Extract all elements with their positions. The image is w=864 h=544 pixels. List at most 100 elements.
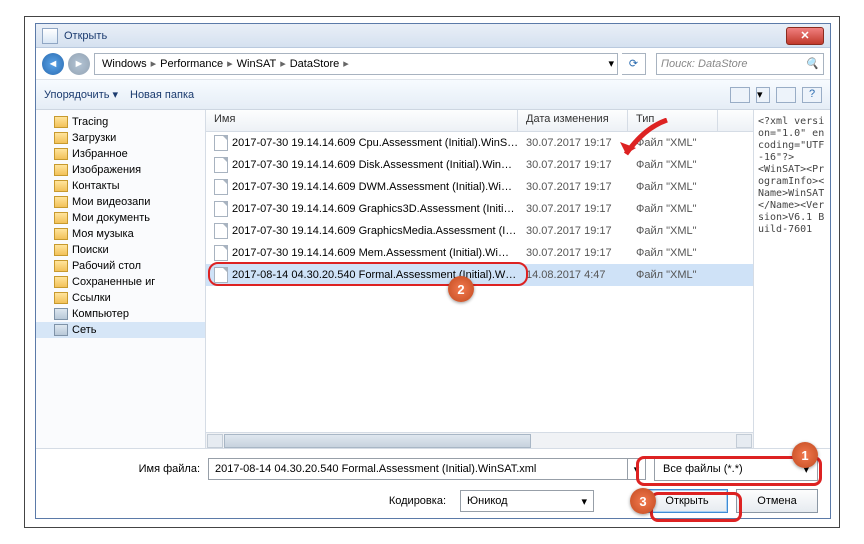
column-date[interactable]: Дата изменения	[518, 110, 628, 131]
chevron-down-icon: ▾	[757, 89, 763, 101]
refresh-icon: ⟳	[629, 57, 638, 70]
folder-tree[interactable]: Tracing Загрузки Избранное Изображения Конта…	[36, 110, 206, 448]
file-type: Файл "XML"	[628, 225, 718, 237]
file-date: 30.07.2017 19:17	[518, 225, 628, 237]
close-icon: ✕	[800, 29, 809, 42]
tree-item-label: Мои документь	[72, 212, 150, 224]
refresh-button[interactable]: ⟳	[622, 53, 646, 75]
tree-item[interactable]: Сеть	[36, 322, 205, 338]
file-icon	[214, 157, 228, 173]
tree-item-label: Сохраненные иг	[72, 276, 155, 288]
file-row[interactable]: 2017-07-30 19.14.14.609 DWM.Assessment (…	[206, 176, 753, 198]
filename-input[interactable]: 2017-08-14 04.30.20.540 Formal.Assessmen…	[208, 458, 628, 480]
tree-item[interactable]: Моя музыка	[36, 226, 205, 242]
encoding-select[interactable]: Юникод ▾	[460, 490, 594, 512]
folder-icon	[54, 196, 68, 208]
file-row[interactable]: 2017-07-30 19.14.14.609 GraphicsMedia.As…	[206, 220, 753, 242]
file-icon	[214, 135, 228, 151]
encoding-label: Кодировка:	[389, 495, 446, 507]
tree-item[interactable]: Мои документь	[36, 210, 205, 226]
view-dropdown-button[interactable]: ▾	[756, 87, 770, 103]
column-type[interactable]: Тип	[628, 110, 718, 131]
bottom-panel: Имя файла: 2017-08-14 04.30.20.540 Forma…	[36, 448, 830, 523]
column-name[interactable]: Имя	[206, 110, 518, 131]
organize-label: Упорядочить	[44, 89, 109, 101]
file-type: Файл "XML"	[628, 181, 718, 193]
tree-item-label: Загрузки	[72, 132, 116, 144]
scroll-right-button[interactable]	[736, 434, 752, 448]
file-name: 2017-07-30 19.14.14.609 Disk.Assessment …	[232, 159, 512, 171]
tree-item[interactable]: Изображения	[36, 162, 205, 178]
new-folder-button[interactable]: Новая папка	[130, 89, 194, 101]
file-row[interactable]: 2017-07-30 19.14.14.609 Disk.Assessment …	[206, 154, 753, 176]
file-row[interactable]: 2017-08-14 04.30.20.540 Formal.Assessmen…	[206, 264, 753, 286]
filename-dropdown[interactable]: ▾	[628, 458, 646, 480]
cancel-button[interactable]: Отмена	[736, 489, 818, 513]
search-input[interactable]: Поиск: DataStore 🔍	[656, 53, 824, 75]
tree-item[interactable]: Загрузки	[36, 130, 205, 146]
file-row[interactable]: 2017-07-30 19.14.14.609 Graphics3D.Asses…	[206, 198, 753, 220]
tree-item-label: Ссылки	[72, 292, 111, 304]
tree-item[interactable]: Tracing	[36, 114, 205, 130]
folder-icon	[54, 148, 68, 160]
breadcrumb-seg[interactable]: DataStore	[286, 54, 344, 74]
tree-item[interactable]: Избранное	[36, 146, 205, 162]
address-bar[interactable]: Windows▸ Performance▸ WinSAT▸ DataStore▸…	[94, 53, 618, 75]
tree-item[interactable]: Рабочий стол	[36, 258, 205, 274]
folder-icon	[54, 228, 68, 240]
tree-item[interactable]: Ссылки	[36, 290, 205, 306]
chevron-down-icon: ▾	[112, 88, 118, 101]
tree-item[interactable]: Компьютер	[36, 306, 205, 322]
file-list: Имя Дата изменения Тип 2017-07-30 19.14.…	[206, 110, 754, 448]
file-type: Файл "XML"	[628, 159, 718, 171]
view-options-button[interactable]	[730, 87, 750, 103]
breadcrumb-seg[interactable]: Windows	[98, 54, 151, 74]
encoding-value: Юникод	[467, 495, 508, 507]
tree-item[interactable]: Мои видеозапи	[36, 194, 205, 210]
horizontal-scrollbar[interactable]	[206, 432, 753, 448]
tree-item-label: Изображения	[72, 164, 141, 176]
file-date: 30.07.2017 19:17	[518, 247, 628, 259]
file-row[interactable]: 2017-07-30 19.14.14.609 Mem.Assessment (…	[206, 242, 753, 264]
tree-item-label: Моя музыка	[72, 228, 134, 240]
open-file-dialog: Открыть ✕ ◄ ► Windows▸ Performance▸ WinS…	[35, 23, 831, 519]
arrow-right-icon: ►	[74, 58, 85, 70]
nav-back-button[interactable]: ◄	[42, 53, 64, 75]
file-row[interactable]: 2017-07-30 19.14.14.609 Cpu.Assessment (…	[206, 132, 753, 154]
open-button[interactable]: Открыть	[646, 489, 728, 513]
file-icon	[214, 179, 228, 195]
file-name: 2017-07-30 19.14.14.609 DWM.Assessment (…	[232, 181, 512, 193]
file-icon	[214, 245, 228, 261]
file-type-filter[interactable]: Все файлы (*.*) ▾	[654, 457, 818, 481]
help-button[interactable]: ?	[802, 87, 822, 103]
file-type: Файл "XML"	[628, 203, 718, 215]
tree-item[interactable]: Поиски	[36, 242, 205, 258]
new-folder-label: Новая папка	[130, 89, 194, 101]
file-date: 30.07.2017 19:17	[518, 159, 628, 171]
toolbar: Упорядочить ▾ Новая папка ▾ ?	[36, 80, 830, 110]
scroll-left-button[interactable]	[207, 434, 223, 448]
breadcrumb-dropdown[interactable]: ▾	[608, 57, 614, 70]
organize-button[interactable]: Упорядочить ▾	[44, 88, 118, 101]
folder-icon	[54, 276, 68, 288]
file-name: 2017-07-30 19.14.14.609 GraphicsMedia.As…	[232, 225, 516, 237]
close-button[interactable]: ✕	[786, 27, 824, 45]
drive-icon	[54, 308, 68, 320]
preview-pane-button[interactable]	[776, 87, 796, 103]
folder-icon	[54, 164, 68, 176]
tree-item-label: Избранное	[72, 148, 128, 160]
nav-forward-button[interactable]: ►	[68, 53, 90, 75]
breadcrumb-seg[interactable]: Performance	[156, 54, 227, 74]
file-type: Файл "XML"	[628, 137, 718, 149]
file-type: Файл "XML"	[628, 247, 718, 259]
tree-item-label: Контакты	[72, 180, 120, 192]
tree-item[interactable]: Контакты	[36, 178, 205, 194]
folder-icon	[54, 132, 68, 144]
folder-icon	[54, 212, 68, 224]
breadcrumb-seg[interactable]: WinSAT	[233, 54, 281, 74]
scroll-track[interactable]	[224, 434, 735, 448]
search-placeholder: Поиск: DataStore	[661, 58, 748, 70]
scroll-thumb[interactable]	[224, 434, 531, 448]
tree-item[interactable]: Сохраненные иг	[36, 274, 205, 290]
title-bar: Открыть ✕	[36, 24, 830, 48]
